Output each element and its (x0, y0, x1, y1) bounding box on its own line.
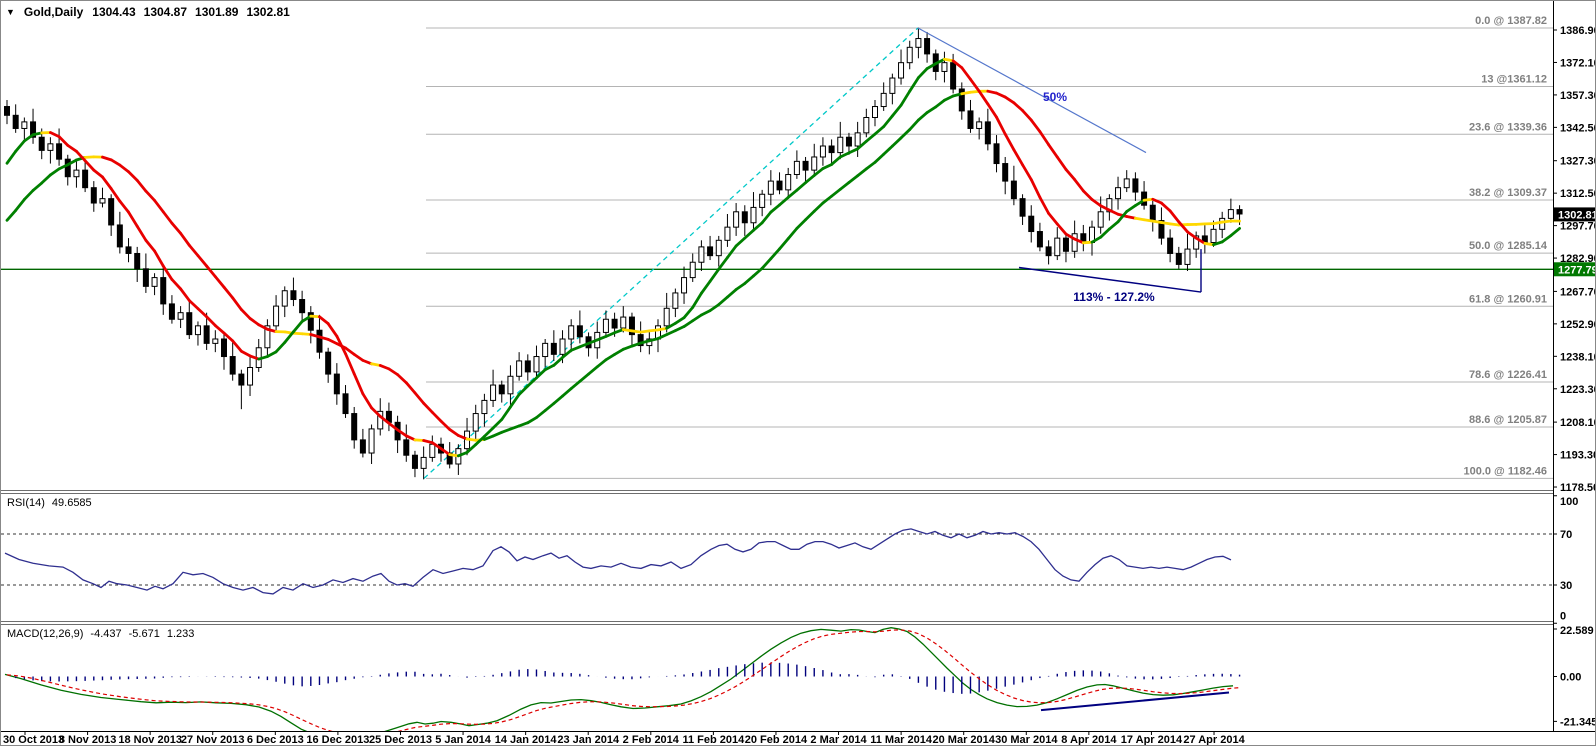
symbol-name: Gold,Daily (23, 5, 84, 19)
fib-level-label: 50.0 @ 1285.14 (1469, 240, 1548, 252)
open-value: 1304.43 (92, 5, 136, 19)
fib-level-label: 88.6 @ 1205.87 (1469, 414, 1547, 426)
date-tick-label: 25 Dec 2013 (369, 734, 432, 745)
macd-signal-line (6, 629, 1240, 731)
rsi-label: RSI(14) (7, 497, 45, 509)
date-tick-label: 30 Mar 2014 (995, 734, 1058, 745)
fib-level-label: 38.2 @ 1309.37 (1469, 187, 1547, 199)
fib-level-label: 100.0 @ 1182.46 (1463, 465, 1547, 477)
date-tick-label: 23 Jan 2014 (557, 734, 620, 745)
panel-separator-rsi-macd[interactable] (1, 621, 1553, 625)
date-tick-label: 30 Oct 2013 (3, 734, 64, 745)
date-tick-label: 5 Jan 2014 (435, 734, 492, 745)
fib-level-label: 61.8 @ 1260.91 (1469, 293, 1547, 305)
panel-separator-main-rsi[interactable] (1, 490, 1553, 494)
price-tick-label: 1238.10 (1560, 351, 1595, 363)
price-tick-label: 1342.50 (1560, 122, 1595, 134)
rsi-value: 49.6585 (51, 497, 92, 509)
price-axis[interactable]: 1386.90 1372.10 1357.30 1342.50 1327.30 1312.… (1553, 1, 1595, 731)
macd-indicator-header: MACD(12,26,9) -4.437 -5.671 1.233 (7, 628, 194, 640)
macd-hist-value: 1.233 (166, 628, 195, 640)
date-tick-label: 11 Feb 2014 (682, 734, 745, 745)
macd-panel[interactable] (4, 627, 1241, 739)
expansion-label: 113% - 127.2% (1073, 290, 1155, 304)
macd-main-value: -4.437 (90, 628, 122, 640)
price-tick-label: 1386.90 (1560, 25, 1595, 37)
rsi-line (4, 528, 1232, 595)
price-tick-label: 1312.50 (1560, 188, 1595, 200)
date-tick-label: 8 Apr 2014 (1061, 734, 1117, 745)
hline-price-badge-text: 1277.79 (1558, 264, 1595, 276)
trading-terminal-window: ▼ Gold,Daily 1304.43 1304.87 1301.89 130… (0, 0, 1596, 746)
date-tick-label: 8 Nov 2013 (59, 734, 116, 745)
date-tick-label: 14 Jan 2014 (495, 734, 558, 745)
price-tick-label: 1178.50 (1560, 482, 1595, 494)
macd-histogram (14, 662, 1241, 694)
rsi-level-label: 0 (1560, 610, 1566, 622)
date-tick-label: 20 Feb 2014 (745, 734, 808, 745)
rsi-level-label: 70 (1560, 529, 1572, 541)
macd-scale-label: 0.00 (1560, 672, 1581, 684)
price-tick-label: 1357.30 (1560, 90, 1595, 102)
price-tick-label: 1372.10 (1560, 57, 1595, 69)
fib-level-label: 23.6 @ 1339.36 (1469, 121, 1547, 133)
high-value: 1304.87 (143, 5, 188, 19)
rsi-level-label: 30 (1560, 580, 1572, 592)
price-tick-label: 1297.70 (1560, 221, 1595, 233)
macd-scale-label: -21.345 (1560, 716, 1595, 728)
date-tick-label: 20 Mar 2014 (933, 734, 996, 745)
date-tick-label: 27 Nov 2013 (181, 734, 245, 745)
symbol-dropdown-icon[interactable]: ▼ (6, 7, 15, 17)
date-tick-label: 16 Dec 2013 (306, 734, 369, 745)
price-panel[interactable]: 0.0 @ 1387.82 13 @1361.12 23.6 @ 1339.36 38… (1, 15, 1553, 480)
price-tick-label: 1327.30 (1560, 156, 1595, 168)
ma-fast-line (5, 57, 1241, 458)
date-tick-label: 2 Feb 2014 (623, 734, 680, 745)
date-tick-label: 17 Apr 2014 (1121, 734, 1183, 745)
macd-signal-value: -5.671 (128, 628, 160, 640)
rsi-level-label: 100 (1560, 496, 1578, 508)
last-price-badge-text: 1302.81 (1558, 209, 1595, 221)
price-tick-label: 1223.30 (1560, 384, 1595, 396)
macd-label: MACD(12,26,9) (7, 628, 84, 640)
date-tick-label: 2 Mar 2014 (810, 734, 867, 745)
chart-canvas[interactable]: 0.0 @ 1387.82 13 @1361.12 23.6 @ 1339.36 38… (1, 1, 1595, 745)
ma-slow-line (5, 89, 1241, 442)
fib-level-label: 78.6 @ 1226.41 (1469, 369, 1547, 381)
chart-ohlc-header: ▼ Gold,Daily 1304.43 1304.87 1301.89 130… (6, 5, 290, 19)
fib-level-label: 0.0 @ 1387.82 (1475, 15, 1547, 27)
rsi-panel[interactable] (1, 528, 1553, 595)
low-value: 1301.89 (195, 5, 239, 19)
price-tick-label: 1208.10 (1560, 417, 1595, 429)
fib-level-label: 13 @1361.12 (1481, 74, 1547, 86)
price-tick-label: 1252.90 (1560, 319, 1595, 331)
rsi-indicator-header: RSI(14) 49.6585 (7, 497, 92, 509)
date-tick-label: 18 Nov 2013 (118, 734, 182, 745)
price-tick-label: 1267.70 (1560, 286, 1595, 298)
date-tick-label: 11 Mar 2014 (870, 734, 933, 745)
ohlc-values: 1304.43 1304.87 1301.89 1302.81 (92, 5, 290, 19)
macd-main-line (4, 627, 1234, 731)
macd-scale-label: 22.589 (1560, 625, 1594, 637)
price-tick-label: 1193.30 (1560, 450, 1595, 462)
time-axis[interactable]: 30 Oct 20138 Nov 2013 18 Nov 201327 Nov 2… (1, 731, 1595, 745)
date-tick-label: 6 Dec 2013 (247, 734, 304, 745)
fib-expansion-annotation[interactable]: 113% - 127.2% (1018, 249, 1202, 304)
date-tick-label: 27 Apr 2014 (1183, 734, 1245, 745)
macd-trendline[interactable] (1040, 691, 1230, 712)
fibonacci-levels: 0.0 @ 1387.82 13 @1361.12 23.6 @ 1339.36 38… (426, 15, 1553, 479)
fifty-percent-label: 50% (1043, 90, 1067, 104)
close-value: 1302.81 (246, 5, 290, 19)
